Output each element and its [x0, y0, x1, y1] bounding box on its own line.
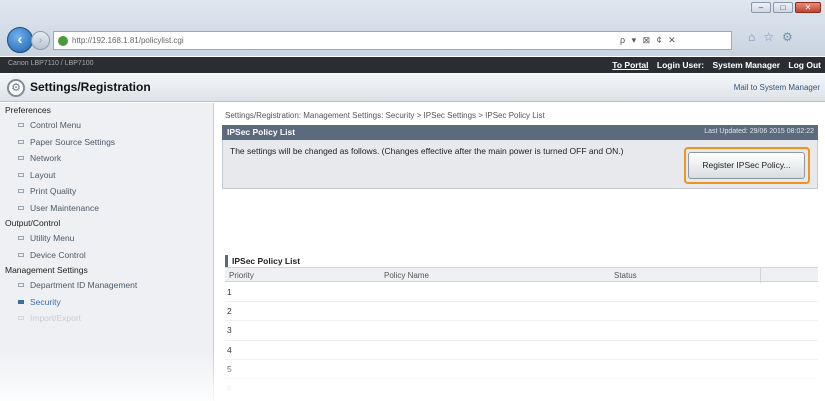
- table-row: 1: [225, 283, 818, 303]
- table-row: 5: [225, 360, 818, 379]
- breadcrumb: Settings/Registration: Management Settin…: [225, 111, 545, 120]
- sidebar-item[interactable]: Device Control: [0, 247, 213, 264]
- sidebar-item[interactable]: Import/Export: [0, 310, 213, 327]
- sidebar-item-label: Paper Source Settings: [30, 136, 116, 147]
- sidebar-item-label: Device Control: [30, 249, 86, 260]
- sidebar-item-label: Print Quality: [30, 186, 77, 196]
- user-area: To Portal Login User: System Manager Log…: [606, 60, 821, 70]
- column-priority: Priority: [229, 271, 254, 280]
- bullet-icon: [18, 283, 24, 288]
- table-row: 3: [225, 321, 818, 341]
- browser-icons: ⌂ ☆ ⚙: [748, 30, 793, 44]
- sidebar-item[interactable]: Control Menu: [0, 117, 213, 134]
- logout-link[interactable]: Log Out: [788, 60, 821, 70]
- login-label: Login User:: [656, 60, 705, 70]
- sidebar-item-label: User Maintenance: [30, 202, 99, 213]
- sidebar-item[interactable]: Utility Menu: [0, 230, 213, 247]
- sidebar-item[interactable]: Security: [0, 294, 213, 311]
- sidebar-item[interactable]: Paper Source Settings: [0, 134, 213, 151]
- bullet-icon: [18, 189, 24, 194]
- sidebar: Preferences Control Menu Paper Source Sett…: [0, 103, 214, 401]
- url-text: http://192.168.1.81/policylist.cgi: [72, 36, 184, 45]
- table-row: 2: [225, 302, 818, 322]
- table-header: Priority Policy Name Status: [225, 267, 818, 283]
- window-controls: – □ ✕: [751, 2, 821, 13]
- panel-body: The settings will be changed as follows.…: [222, 140, 818, 189]
- panel-title: IPSec Policy List: [227, 127, 296, 137]
- sidebar-item-label: Layout: [30, 169, 56, 180]
- site-icon: [58, 35, 68, 46]
- bullet-icon: [18, 252, 24, 257]
- last-updated: Last Updated: 29/06 2015 08:02:22: [704, 128, 814, 135]
- table-row: 6: [225, 379, 818, 399]
- to-portal-link[interactable]: To Portal: [612, 60, 648, 70]
- favorites-star-icon[interactable]: ☆: [763, 30, 774, 44]
- back-button[interactable]: ‹: [7, 27, 33, 53]
- table-row: 4: [225, 341, 818, 360]
- sidebar-item-label: Network: [30, 153, 62, 163]
- table-rows: 1234567: [225, 283, 818, 401]
- maximize-button[interactable]: □: [773, 2, 793, 13]
- register-ipsec-policy-button[interactable]: Register IPSec Policy...: [688, 152, 805, 179]
- bullet-icon: [18, 156, 24, 161]
- sidebar-item-label: Department ID Management: [30, 280, 138, 290]
- bullet-icon: [18, 172, 24, 177]
- sidebar-item[interactable]: Department ID Management: [0, 277, 213, 294]
- sidebar-item[interactable]: User Maintenance: [0, 200, 213, 217]
- top-bar: Canon LBP7110 / LBP7100 To Portal Login …: [0, 57, 825, 73]
- forward-button[interactable]: ›: [31, 31, 50, 50]
- device-name: Canon LBP7110 / LBP7100: [8, 60, 94, 67]
- column-policy-name: Policy Name: [384, 271, 429, 280]
- bullet-icon: [18, 123, 24, 128]
- sidebar-item[interactable]: Print Quality: [0, 183, 213, 200]
- tools-gear-icon[interactable]: ⚙: [782, 30, 793, 44]
- sidebar-group: Preferences: [5, 105, 51, 115]
- browser-chrome: – □ ✕ ‹ › http://192.168.1.81/policylist…: [0, 0, 825, 56]
- page-header: ⚙ Settings/Registration Mail to System M…: [0, 74, 825, 102]
- mail-to-system-manager-link[interactable]: Mail to System Manager: [734, 83, 820, 92]
- bullet-icon: [18, 316, 24, 321]
- home-icon[interactable]: ⌂: [748, 30, 755, 44]
- close-button[interactable]: ✕: [795, 2, 821, 13]
- panel-header: IPSec Policy List Last Updated: 29/06 20…: [222, 125, 818, 140]
- bullet-icon: [18, 205, 24, 210]
- login-user: System Manager: [712, 60, 781, 70]
- page-title: Settings/Registration: [30, 80, 151, 94]
- address-bar[interactable]: http://192.168.1.81/policylist.cgi: [53, 31, 613, 50]
- settings-message: The settings will be changed as follows.…: [230, 146, 624, 156]
- sidebar-item[interactable]: Network: [0, 150, 213, 167]
- sidebar-group: Management Settings: [5, 265, 88, 275]
- column-status: Status: [614, 271, 637, 280]
- bullet-icon: [18, 139, 24, 144]
- minimize-button[interactable]: –: [751, 2, 771, 13]
- sidebar-item-label: Utility Menu: [30, 233, 75, 243]
- bullet-icon: [18, 236, 24, 241]
- column-divider: [760, 268, 761, 283]
- sidebar-item-label: Import/Export: [30, 313, 82, 323]
- sidebar-item[interactable]: Layout: [0, 167, 213, 184]
- main-content: Settings/Registration: Management Settin…: [216, 103, 825, 401]
- settings-gear-icon: ⚙: [7, 79, 25, 97]
- sidebar-item-label: Control Menu: [30, 120, 82, 130]
- sidebar-item-label: Security: [30, 296, 61, 307]
- sidebar-group: Output/Control: [5, 218, 61, 228]
- address-tools[interactable]: ρ ▾ ⊠ ¢ ✕: [612, 31, 732, 50]
- bullet-icon: [18, 299, 24, 304]
